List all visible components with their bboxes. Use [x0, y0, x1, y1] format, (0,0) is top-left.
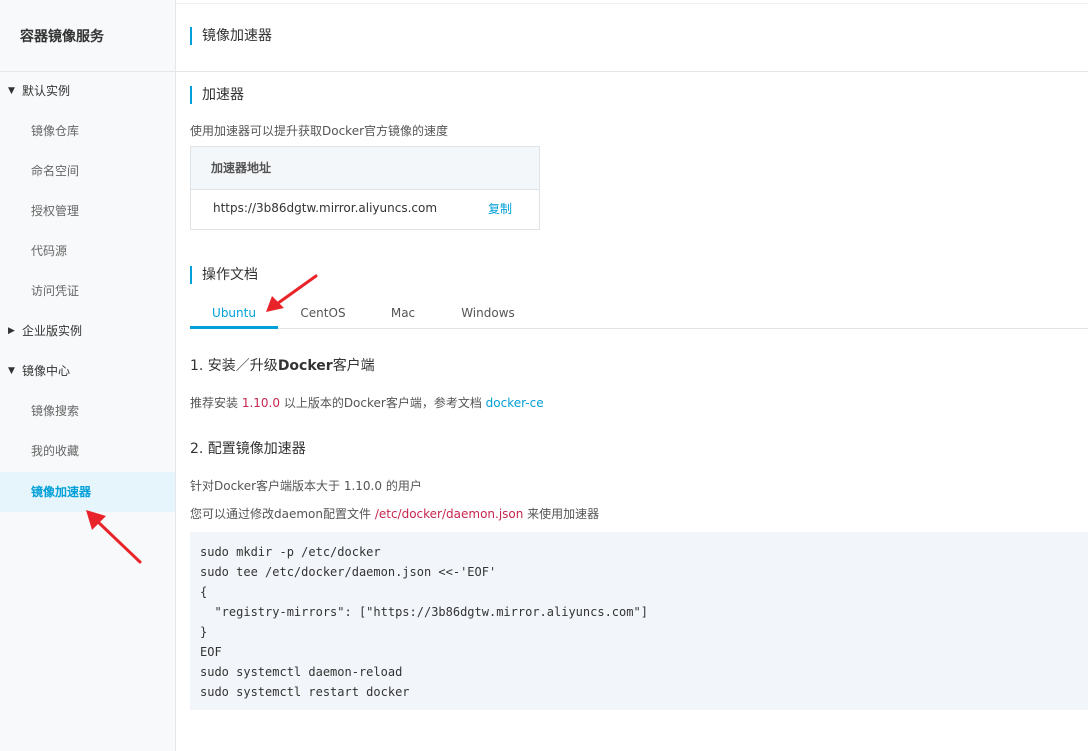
main-content: 镜像加速器 加速器 使用加速器可以提升获取Docker官方镜像的速度 加速器地址… — [176, 0, 1088, 751]
step1-description: 推荐安装 1.10.0 以上版本的Docker客户端，参考文档 docker-c… — [190, 394, 544, 411]
daemon-config-path: /etc/docker/daemon.json — [374, 507, 524, 521]
sidebar-item-favorites[interactable]: 我的收藏 — [0, 431, 175, 471]
step2-line2: 您可以通过修改daemon配置文件 /etc/docker/daemon.jso… — [190, 505, 599, 522]
caret-right-icon: ▶ — [8, 326, 15, 336]
sidebar-item-label: 默认实例 — [22, 84, 71, 98]
code-line: sudo systemctl restart docker — [200, 685, 410, 699]
step2-line2-text-a: 您可以通过修改daemon配置文件 — [190, 507, 375, 521]
step1-title-bold: Docker — [277, 358, 333, 374]
code-line: EOF — [200, 645, 222, 659]
code-line: sudo mkdir -p /etc/docker — [200, 545, 381, 559]
caret-down-icon: ▼ — [8, 86, 15, 96]
code-line: "registry-mirrors": ["https://3b86dgtw.m… — [200, 605, 648, 619]
step1-text-a: 推荐安装 — [190, 396, 242, 410]
docker-ce-link[interactable]: docker-ce — [486, 396, 544, 410]
code-line: sudo tee /etc/docker/daemon.json <<-'EOF… — [200, 565, 497, 579]
step1-title: 1. 安装／升级Docker客户端 — [190, 355, 375, 375]
os-tabs: Ubuntu CentOS Mac Windows — [190, 306, 1088, 329]
accelerator-url: https://3b86dgtw.mirror.aliyuncs.com — [213, 201, 438, 215]
sidebar-group-default-instance[interactable]: ▼ 默认实例 — [0, 71, 175, 111]
caret-down-icon: ▼ — [8, 366, 15, 376]
sidebar-item-label: 镜像中心 — [22, 364, 71, 378]
sidebar-item-label: 访问凭证 — [31, 284, 80, 298]
sidebar-item-label: 我的收藏 — [31, 444, 80, 458]
tab-mac[interactable]: Mac — [386, 306, 420, 328]
step1-text-b: 以上版本的Docker客户端，参考文档 — [280, 396, 486, 410]
recommended-version: 1.10.0 — [241, 396, 280, 410]
sidebar-title: 容器镜像服务 — [0, 0, 175, 72]
accelerator-address-header: 加速器地址 — [191, 147, 539, 190]
sidebar-item-label: 授权管理 — [31, 204, 80, 218]
sidebar-group-image-center[interactable]: ▼ 镜像中心 — [0, 351, 175, 391]
docs-section-title: 操作文档 — [190, 266, 258, 284]
sidebar-item-label: 企业版实例 — [22, 324, 83, 338]
sidebar-group-enterprise-instance[interactable]: ▶ 企业版实例 — [0, 311, 175, 351]
annotation-arrow-icon — [86, 510, 142, 564]
page-title: 镜像加速器 — [190, 27, 272, 45]
annotation-arrow-icon — [266, 274, 318, 312]
copy-url-button[interactable]: 复制 — [488, 200, 512, 217]
sidebar-item-repositories[interactable]: 镜像仓库 — [0, 111, 175, 151]
page-header: 镜像加速器 — [176, 0, 1088, 72]
code-line: sudo systemctl daemon-reload — [200, 665, 403, 679]
accelerator-description: 使用加速器可以提升获取Docker官方镜像的速度 — [190, 124, 449, 138]
sidebar-item-authorization[interactable]: 授权管理 — [0, 191, 175, 231]
sidebar-item-namespaces[interactable]: 命名空间 — [0, 151, 175, 191]
sidebar: 容器镜像服务 ▼ 默认实例 镜像仓库 命名空间 授权管理 代码源 访问凭证 ▶ … — [0, 0, 176, 751]
code-line: { — [200, 585, 208, 599]
sidebar-item-access-credentials[interactable]: 访问凭证 — [0, 271, 175, 311]
step2-line2-text-b: 来使用加速器 — [523, 507, 600, 521]
step1-title-prefix: 1. 安装／升级 — [190, 358, 278, 374]
code-line: } — [200, 625, 208, 639]
sidebar-item-label: 镜像搜索 — [31, 404, 80, 418]
sidebar-item-image-search[interactable]: 镜像搜索 — [0, 391, 175, 431]
sidebar-item-label: 代码源 — [31, 244, 68, 258]
step2-line1: 针对Docker客户端版本大于 1.10.0 的用户 — [190, 479, 422, 493]
sidebar-item-code-source[interactable]: 代码源 — [0, 231, 175, 271]
step1-title-suffix: 客户端 — [332, 358, 375, 374]
accelerator-address-box: 加速器地址 https://3b86dgtw.mirror.aliyuncs.c… — [190, 146, 540, 230]
accelerator-section-title: 加速器 — [190, 86, 244, 104]
config-code-block[interactable]: sudo mkdir -p /etc/docker sudo tee /etc/… — [190, 532, 1088, 710]
sidebar-item-label: 镜像仓库 — [31, 124, 80, 138]
sidebar-item-label: 命名空间 — [31, 164, 80, 178]
tab-windows[interactable]: Windows — [456, 306, 520, 328]
step2-title: 2. 配置镜像加速器 — [190, 441, 306, 457]
